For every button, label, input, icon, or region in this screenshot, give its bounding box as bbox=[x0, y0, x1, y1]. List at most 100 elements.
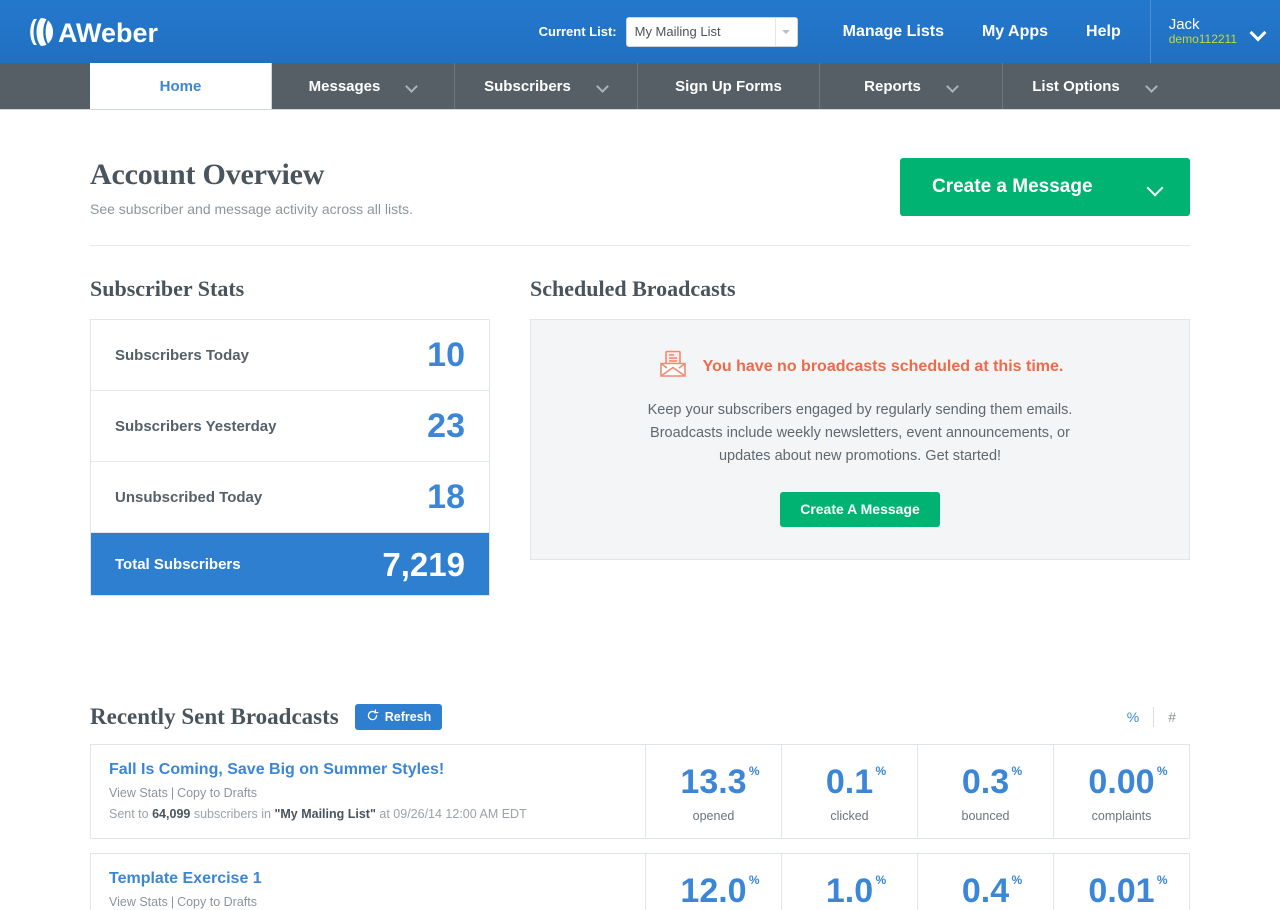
subscriber-stats-panel: Subscriber Stats Subscribers Today 10 Su… bbox=[90, 276, 490, 596]
stat-unit: % bbox=[1156, 872, 1168, 887]
unit-toggle-number[interactable]: # bbox=[1154, 709, 1190, 725]
chevron-down-icon bbox=[597, 81, 608, 92]
table-row: Template Exercise 1 View Stats | Copy to D… bbox=[90, 853, 1190, 910]
nav-item-label: Messages bbox=[308, 77, 381, 95]
broadcast-actions: View Stats | Copy to Drafts bbox=[109, 786, 625, 800]
nav-item-list-options[interactable]: List Options bbox=[1003, 63, 1186, 109]
broadcast-subject-link[interactable]: Template Exercise 1 bbox=[109, 870, 262, 888]
current-list-select[interactable]: My Mailing List bbox=[625, 16, 798, 47]
overview-panels: Subscriber Stats Subscribers Today 10 Su… bbox=[90, 246, 1190, 596]
scheduled-broadcasts-body-line1: Keep your subscribers engaged by regular… bbox=[647, 402, 1073, 418]
aweber-logo[interactable]: AWeber bbox=[28, 12, 180, 52]
broadcast-info: Template Exercise 1 View Stats | Copy to D… bbox=[91, 854, 646, 910]
subscriber-stats-box: Subscribers Today 10 Subscribers Yesterd… bbox=[90, 319, 490, 596]
broadcast-stat-opened: 13.3% opened bbox=[646, 745, 782, 838]
subscriber-stats-title: Subscriber Stats bbox=[90, 276, 245, 301]
stat-unit: % bbox=[748, 763, 760, 778]
refresh-button[interactable]: Refresh bbox=[354, 704, 443, 730]
header-link-manage-lists[interactable]: Manage Lists bbox=[824, 0, 963, 63]
nav-item-reports[interactable]: Reports bbox=[820, 63, 1003, 109]
scheduled-broadcasts-title: Scheduled Broadcasts bbox=[530, 276, 736, 301]
envelope-letter-icon bbox=[657, 348, 689, 385]
stat-caption: bounced bbox=[961, 808, 1010, 823]
unit-toggle: % # bbox=[1113, 707, 1190, 727]
stat-number: 0.3 bbox=[961, 762, 1010, 801]
unit-toggle-percent[interactable]: % bbox=[1113, 709, 1153, 725]
current-list-label: Current List: bbox=[538, 24, 617, 39]
table-row: Fall Is Coming, Save Big on Summer Style… bbox=[90, 744, 1190, 839]
nav-item-subscribers[interactable]: Subscribers bbox=[455, 63, 638, 109]
stat-value: 10 bbox=[427, 336, 465, 374]
page-title-block: Account Overview See subscriber and mess… bbox=[90, 158, 413, 217]
caret-down-icon[interactable] bbox=[774, 17, 797, 46]
broadcast-info: Fall Is Coming, Save Big on Summer Style… bbox=[91, 745, 646, 838]
stat-value: 7,219 bbox=[382, 545, 465, 583]
stat-row-subscribers-yesterday: Subscribers Yesterday 23 bbox=[91, 391, 489, 462]
sent-at: 09/26/14 12:00 AM EDT bbox=[393, 807, 527, 821]
nav-item-sign-up-forms[interactable]: Sign Up Forms bbox=[638, 63, 820, 109]
refresh-label: Refresh bbox=[384, 710, 432, 724]
top-header-bar: AWeber Current List: My Mailing List Man… bbox=[0, 0, 1280, 63]
stat-label: Subscribers Yesterday bbox=[115, 417, 277, 435]
scheduled-broadcasts-empty-message: You have no broadcasts scheduled at this… bbox=[702, 357, 1064, 375]
stat-caption: clicked bbox=[830, 808, 869, 823]
svg-text:AWeber: AWeber bbox=[58, 18, 159, 48]
stat-unit: % bbox=[1156, 763, 1168, 778]
broadcast-actions: View Stats | Copy to Drafts bbox=[109, 895, 625, 909]
create-a-message-label: Create a Message bbox=[932, 176, 1093, 197]
create-a-message-secondary-button[interactable]: Create A Message bbox=[780, 491, 940, 527]
stat-row-subscribers-today: Subscribers Today 10 bbox=[91, 320, 489, 391]
create-a-message-button[interactable]: Create a Message bbox=[900, 158, 1190, 216]
action-separator: | bbox=[170, 786, 175, 800]
broadcast-stat-opened: 12.0% opened bbox=[646, 854, 782, 910]
stat-row-unsubscribed-today: Unsubscribed Today 18 bbox=[91, 462, 489, 533]
chevron-down-icon bbox=[406, 81, 417, 92]
page-header: Account Overview See subscriber and mess… bbox=[90, 110, 1190, 246]
user-handle: demo112211 bbox=[1168, 32, 1237, 47]
nav-item-label: List Options bbox=[1032, 77, 1120, 95]
user-menu[interactable]: Jack demo112211 bbox=[1149, 0, 1280, 63]
sent-prefix: Sent to bbox=[109, 807, 149, 821]
header-link-my-apps[interactable]: My Apps bbox=[963, 0, 1067, 63]
view-stats-link[interactable]: View Stats bbox=[109, 786, 168, 800]
copy-to-drafts-link[interactable]: Copy to Drafts bbox=[177, 786, 257, 800]
header-link-help[interactable]: Help bbox=[1067, 0, 1140, 63]
stat-unit: % bbox=[748, 872, 760, 887]
sent-count: 64,099 bbox=[152, 807, 191, 821]
copy-to-drafts-link[interactable]: Copy to Drafts bbox=[177, 895, 257, 909]
stat-row-total-subscribers: Total Subscribers 7,219 bbox=[91, 533, 489, 595]
sent-list-name: "My Mailing List" bbox=[274, 807, 376, 821]
stat-number: 12.0 bbox=[680, 871, 747, 910]
scheduled-broadcasts-body-line3: updates about new promotions. Get starte… bbox=[718, 447, 1002, 464]
nav-item-messages[interactable]: Messages bbox=[272, 63, 455, 109]
current-list-value: My Mailing List bbox=[634, 24, 721, 39]
stat-caption: opened bbox=[692, 808, 735, 823]
stat-value: 18 bbox=[427, 478, 465, 516]
nav-left-spacer bbox=[0, 63, 90, 109]
recently-sent-header: Recently Sent Broadcasts Refresh % # bbox=[90, 596, 1190, 744]
header-right-cluster: Current List: My Mailing List Manage Lis… bbox=[539, 0, 1280, 63]
stat-unit: % bbox=[1011, 872, 1023, 887]
stat-value: 23 bbox=[427, 407, 465, 445]
page-content: Account Overview See subscriber and mess… bbox=[0, 110, 1280, 910]
main-navigation: Home Messages Subscribers Sign Up Forms … bbox=[0, 63, 1280, 110]
nav-item-home[interactable]: Home bbox=[90, 63, 272, 109]
scheduled-broadcasts-body-line2: Broadcasts include weekly newsletters, e… bbox=[650, 424, 1070, 441]
stat-number: 13.3 bbox=[680, 762, 747, 801]
chevron-down-icon bbox=[1146, 81, 1157, 92]
broadcast-stat-complaints: 0.01% complaints bbox=[1054, 854, 1189, 910]
stat-number: 0.00 bbox=[1088, 762, 1155, 801]
nav-item-label: Home bbox=[159, 77, 202, 95]
sent-at-prefix: at bbox=[379, 807, 390, 821]
broadcast-meta: Sent to 64,099 subscribers in "My Mailin… bbox=[109, 807, 625, 821]
page-title: Account Overview bbox=[90, 158, 325, 191]
broadcast-stats: 13.3% opened 0.1% clicked 0.3% bounced 0… bbox=[646, 745, 1189, 838]
page-subtitle: See subscriber and message activity acro… bbox=[90, 201, 413, 217]
view-stats-link[interactable]: View Stats bbox=[109, 895, 168, 909]
stat-unit: % bbox=[1011, 763, 1023, 778]
scheduled-broadcasts-panel: Scheduled Broadcasts You have no broadca… bbox=[530, 276, 1190, 596]
stat-unit: % bbox=[875, 763, 887, 778]
stat-number: 0.1 bbox=[825, 762, 874, 801]
broadcast-subject-link[interactable]: Fall Is Coming, Save Big on Summer Style… bbox=[109, 761, 444, 779]
scheduled-broadcasts-body: Keep your subscribers engaged by regular… bbox=[640, 399, 1080, 468]
